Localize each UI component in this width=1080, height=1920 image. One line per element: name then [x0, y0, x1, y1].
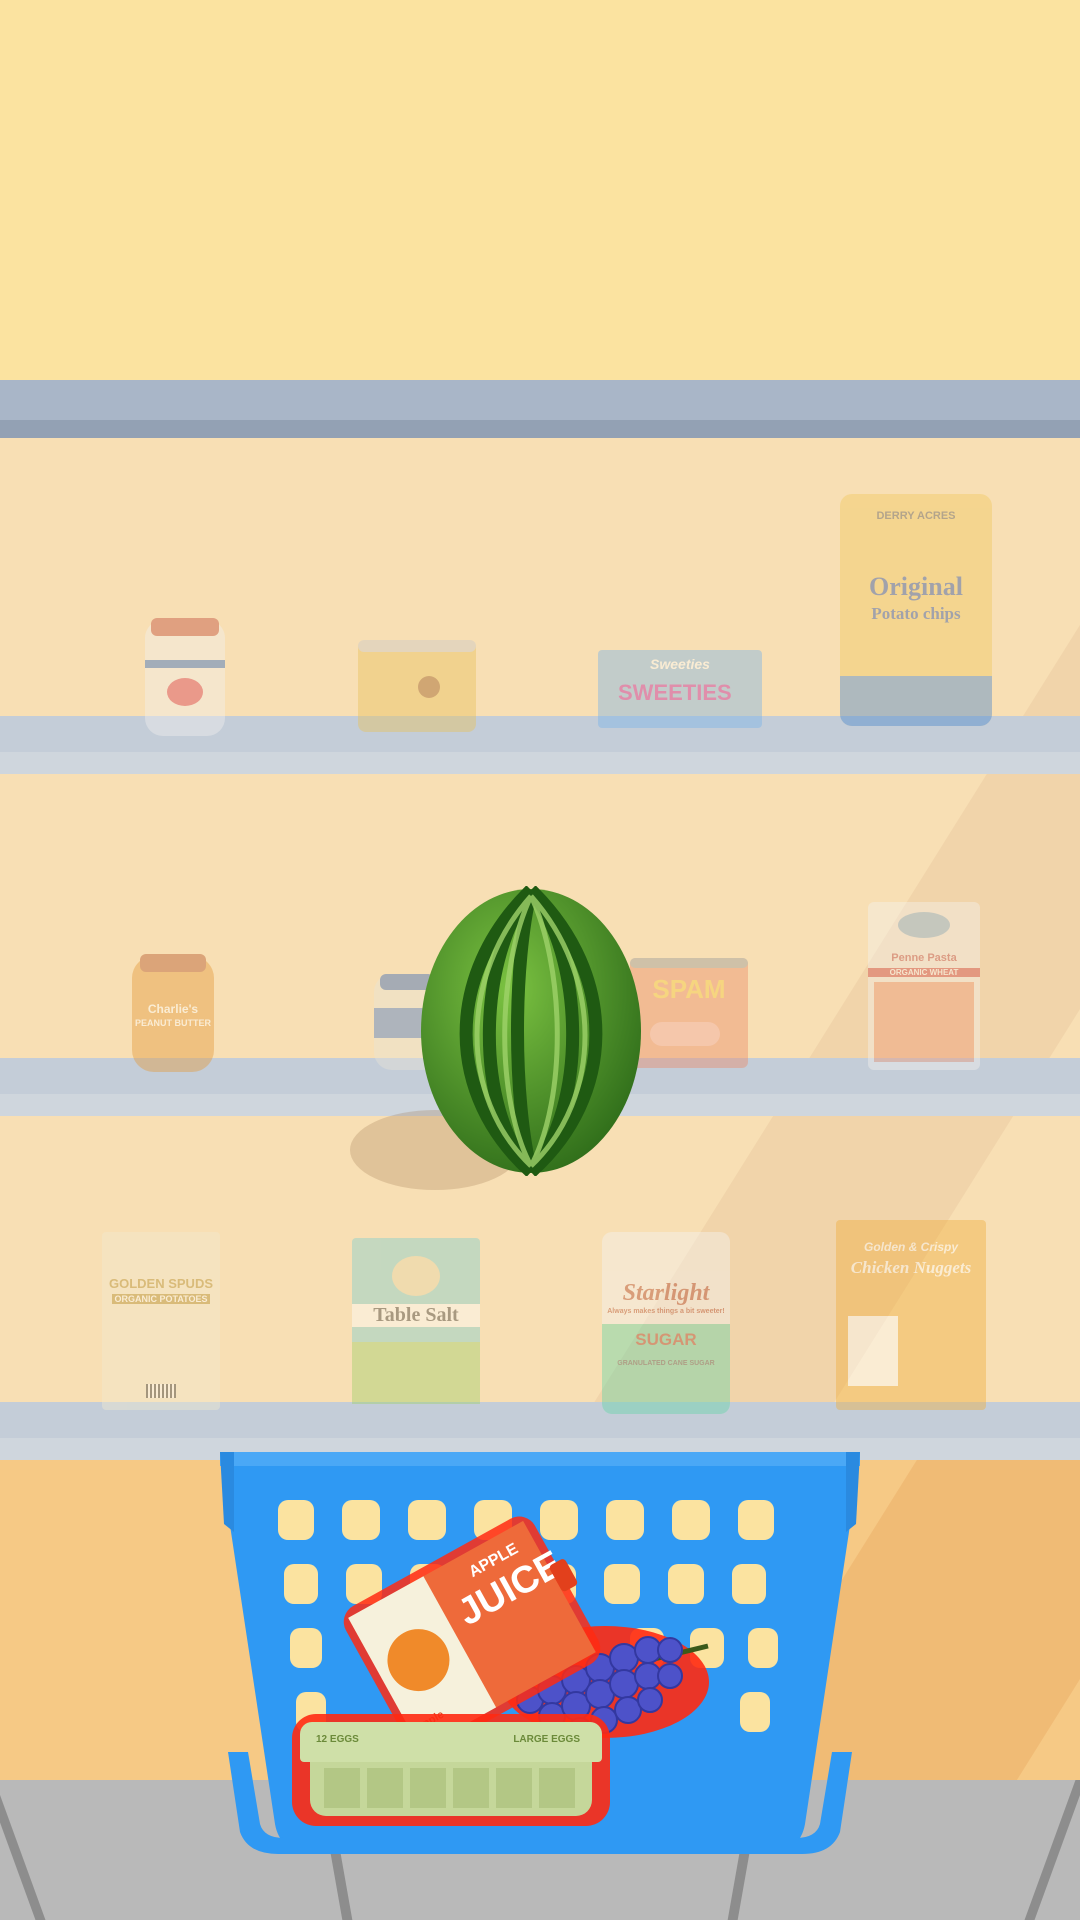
back-wall [0, 0, 1080, 380]
watermelon-icon[interactable] [418, 886, 644, 1176]
basket-front-rim [220, 1452, 860, 1854]
potato-bag[interactable]: GOLDEN SPUDS ORGANIC POTATOES [102, 1232, 220, 1410]
spam-can[interactable]: SPAM [630, 958, 748, 1068]
chicken-nuggets-bag[interactable]: Golden & Crispy Chicken Nuggets [836, 1220, 986, 1410]
sugar-bag[interactable]: Starlight Always makes things a bit swee… [602, 1232, 730, 1414]
table-salt-box[interactable]: Table Salt [352, 1238, 480, 1404]
canned-food[interactable] [358, 640, 476, 732]
jam-jar[interactable] [145, 618, 225, 736]
peanut-butter-jar[interactable]: Charlie's PEANUT BUTTER [132, 954, 214, 1072]
pasta-bag[interactable]: Penne Pasta ORGANIC WHEAT [868, 902, 980, 1070]
sweeties-box[interactable]: Sweeties SWEETIES [598, 650, 762, 728]
shelf-top-band [0, 380, 1080, 438]
potato-chips-bag[interactable]: DERRY ACRES Original Potato chips [840, 494, 992, 726]
